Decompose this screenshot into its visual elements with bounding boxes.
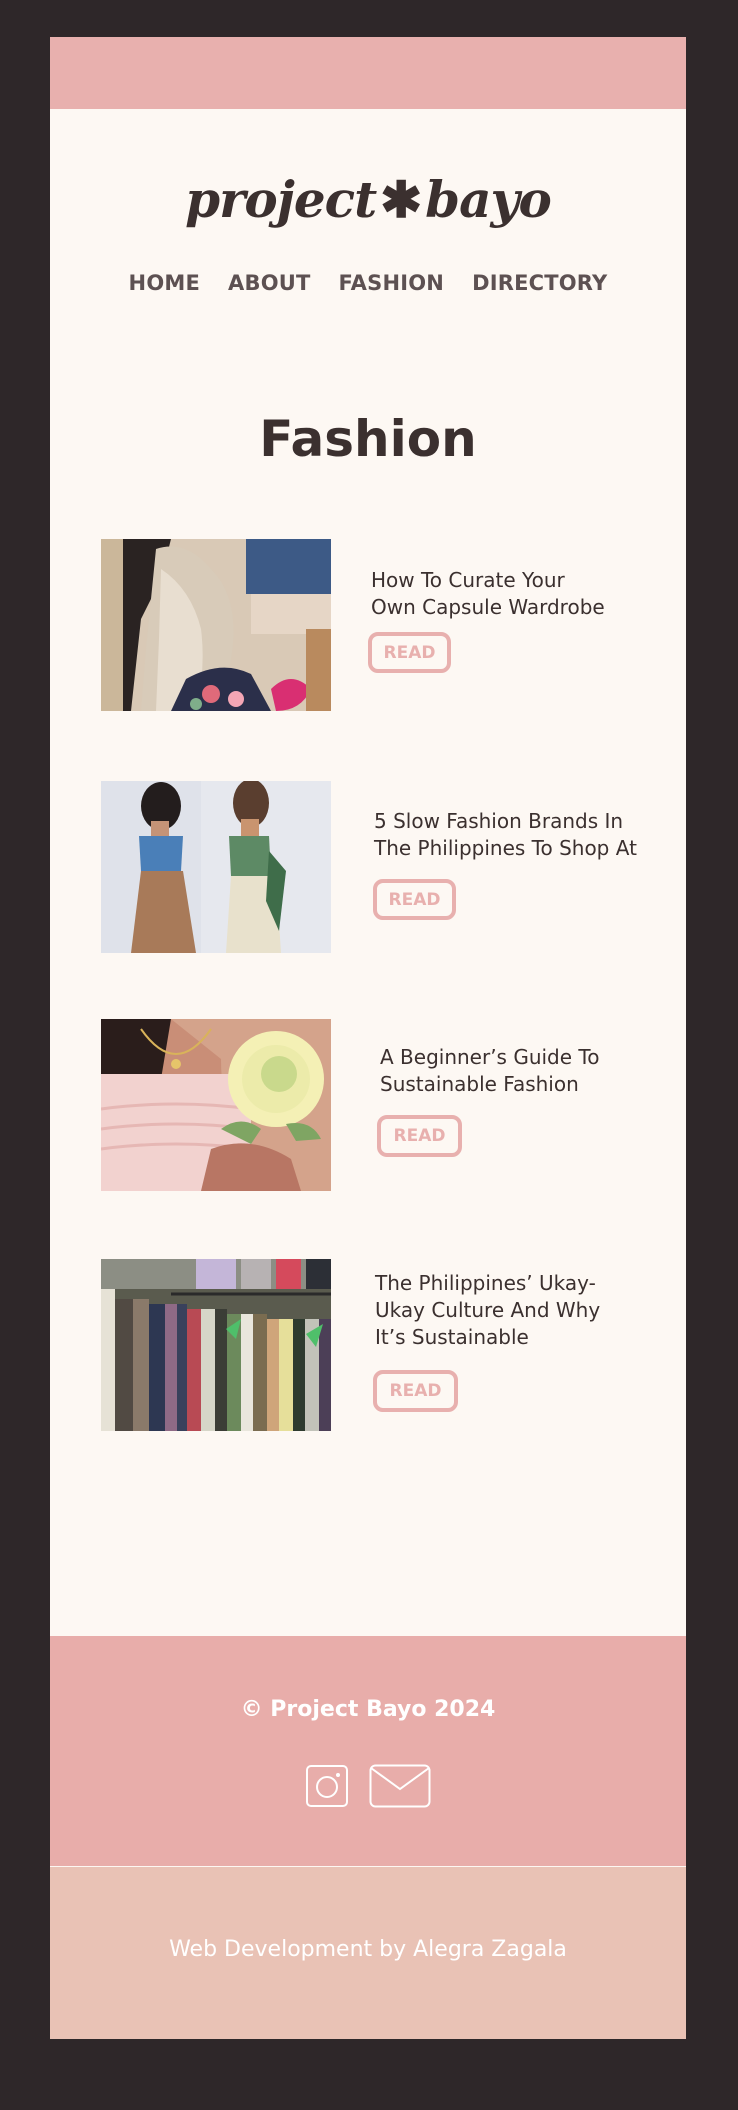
social-links <box>50 1764 686 1812</box>
read-button[interactable]: READ <box>373 1370 458 1412</box>
logo-text-bayo: bayo <box>425 170 552 229</box>
article-title-line: A Beginner’s Guide To <box>380 1045 600 1069</box>
footer: © Project Bayo 2024 <box>50 1636 686 1866</box>
article-title-line: How To Curate Your <box>371 568 565 592</box>
article-title-line: The Philippines’ Ukay- <box>375 1271 596 1295</box>
article-title-line: 5 Slow Fashion Brands In <box>374 809 624 833</box>
nav-about[interactable]: ABOUT <box>228 271 311 295</box>
article-title-line: Own Capsule Wardrobe <box>371 595 605 619</box>
copyright-text: © Project Bayo 2024 <box>240 1697 496 1722</box>
article-card: The Philippines’ Ukay- Ukay Culture And … <box>50 1259 686 1431</box>
article-title[interactable]: How To Curate Your Own Capsule Wardrobe <box>371 567 605 621</box>
credit-bar: Web Development by Alegra Zagala <box>50 1867 686 2039</box>
main-nav: HOME ABOUT FASHION DIRECTORY <box>50 271 686 295</box>
article-title[interactable]: 5 Slow Fashion Brands In The Philippines… <box>374 808 637 862</box>
nav-home[interactable]: HOME <box>129 271 200 295</box>
logo-text-project: project <box>185 170 377 229</box>
read-button[interactable]: READ <box>373 879 456 920</box>
article-thumbnail[interactable] <box>101 1019 331 1191</box>
nav-fashion[interactable]: FASHION <box>339 271 445 295</box>
article-card: A Beginner’s Guide To Sustainable Fashio… <box>50 1019 686 1191</box>
article-title-line: It’s Sustainable <box>375 1325 529 1349</box>
page-title: Fashion <box>259 410 477 468</box>
read-button[interactable]: READ <box>368 632 451 673</box>
top-banner <box>50 37 686 109</box>
article-thumbnail[interactable] <box>101 1259 331 1431</box>
mail-icon[interactable] <box>369 1764 431 1812</box>
nav-directory[interactable]: DIRECTORY <box>472 271 607 295</box>
logo-star-icon: ✱ <box>380 170 422 229</box>
article-title-line: Ukay Culture And Why <box>375 1298 601 1322</box>
developer-credit: Web Development by Alegra Zagala <box>169 1937 567 1962</box>
article-title-line: The Philippines To Shop At <box>374 836 637 860</box>
article-thumbnail[interactable] <box>101 781 331 953</box>
instagram-icon[interactable] <box>305 1764 349 1812</box>
article-card: 5 Slow Fashion Brands In The Philippines… <box>50 781 686 953</box>
article-card: How To Curate Your Own Capsule Wardrobe … <box>50 539 686 711</box>
site-logo[interactable]: project✱bayo <box>50 170 686 229</box>
article-title[interactable]: The Philippines’ Ukay- Ukay Culture And … <box>375 1270 600 1351</box>
article-thumbnail[interactable] <box>101 539 331 711</box>
article-title[interactable]: A Beginner’s Guide To Sustainable Fashio… <box>380 1044 599 1098</box>
article-title-line: Sustainable Fashion <box>380 1072 579 1096</box>
read-button[interactable]: READ <box>377 1115 462 1157</box>
page-card: project✱bayo HOME ABOUT FASHION DIRECTOR… <box>50 37 686 2039</box>
